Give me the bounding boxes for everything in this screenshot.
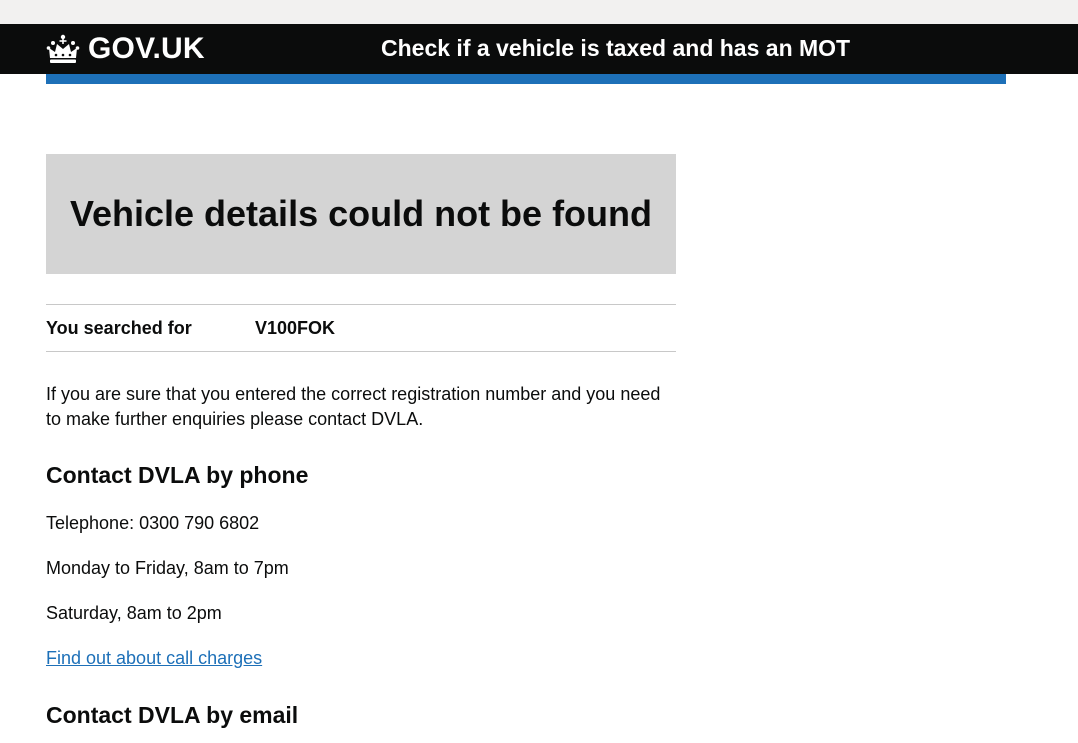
phone-heading: Contact DVLA by phone [46, 462, 309, 488]
browser-top-strip [0, 0, 1078, 24]
panel-title: Vehicle details could not be found [69, 193, 653, 234]
saturday-hours: Saturday, 8am to 2pm [46, 603, 222, 623]
service-name-link[interactable]: Check if a vehicle is taxed and has an M… [381, 35, 850, 62]
crown-icon [46, 34, 80, 63]
call-charges-link[interactable]: Find out about call charges [46, 648, 262, 669]
weekday-hours: Monday to Friday, 8am to 7pm [46, 558, 289, 578]
govuk-logo-link[interactable]: GOV.UK [46, 30, 205, 68]
header-accent-bar [46, 74, 1006, 84]
intro-paragraph: If you are sure that you entered the cor… [46, 384, 661, 429]
govuk-header: GOV.UK Check if a vehicle is taxed and h… [0, 24, 1078, 74]
result-panel: Vehicle details could not be found [46, 154, 676, 274]
registration-number: V100FOK [255, 318, 336, 338]
search-summary: You searched for V100FOK [46, 304, 676, 352]
telephone-number: Telephone: 0300 790 6802 [46, 513, 260, 533]
email-heading: Contact DVLA by email [46, 702, 299, 728]
summary-key: You searched for [46, 318, 192, 338]
logo-text: GOV.UK [88, 32, 205, 65]
